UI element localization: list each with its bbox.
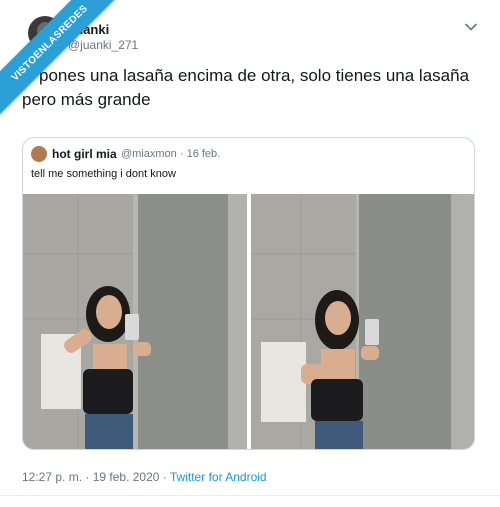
quoted-photo-2[interactable] (251, 194, 474, 449)
quoted-text: tell me something i dont know (31, 168, 176, 180)
tweet-text: si pones una lasaña encima de otra, solo… (22, 66, 470, 109)
quoted-photo-1[interactable] (23, 194, 247, 449)
mirror-selfie-image (23, 194, 247, 449)
quoted-author-avatar (31, 146, 47, 162)
mirror-selfie-image (251, 194, 474, 449)
card-divider (0, 495, 500, 496)
quoted-author-handle: @miaxmon (121, 148, 177, 160)
tweet-timestamp[interactable]: 12:27 p. m. · 19 feb. 2020 (22, 470, 159, 484)
author-handle[interactable]: @juanki_271 (68, 38, 138, 52)
quoted-tweet[interactable]: hot girl mia @miaxmon · 16 feb. tell me … (22, 137, 475, 450)
quoted-date: · 16 feb. (179, 148, 221, 160)
meta-separator: · (159, 470, 170, 484)
quoted-author-name: hot girl mia (52, 147, 117, 161)
tweet-source-link[interactable]: Twitter for Android (170, 470, 267, 484)
chevron-down-icon[interactable] (464, 20, 478, 34)
tweet-card: VISTOENLASREDES Juanki @juanki_271 si po… (0, 0, 500, 507)
tweet-meta: 12:27 p. m. · 19 feb. 2020 · Twitter for… (22, 470, 267, 484)
quoted-author-meta: @miaxmon · 16 feb. (121, 148, 220, 160)
